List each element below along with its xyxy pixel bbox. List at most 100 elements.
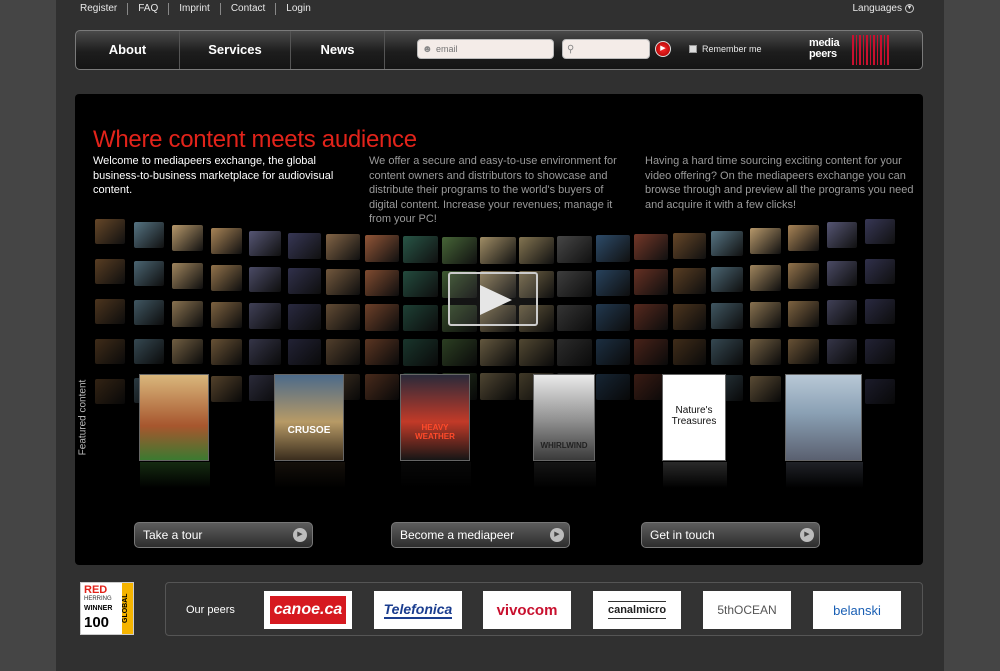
register-link[interactable]: Register xyxy=(80,3,129,15)
video-thumbnail[interactable] xyxy=(518,236,554,264)
video-thumbnail[interactable] xyxy=(249,230,282,257)
video-thumbnail[interactable] xyxy=(672,339,706,365)
video-thumbnail[interactable] xyxy=(172,339,204,365)
video-thumbnail[interactable] xyxy=(210,302,243,328)
video-thumbnail[interactable] xyxy=(711,302,744,329)
mediapeers-logo[interactable]: media peers xyxy=(809,35,919,65)
imprint-link[interactable]: Imprint xyxy=(169,3,221,15)
video-thumbnail[interactable] xyxy=(326,304,360,331)
menu-item-services[interactable]: Services xyxy=(180,31,291,69)
login-submit-button[interactable]: ▶ xyxy=(655,41,671,57)
video-thumbnail[interactable] xyxy=(287,232,321,259)
video-thumbnail[interactable] xyxy=(441,236,477,264)
video-thumbnail[interactable] xyxy=(210,228,243,254)
video-thumbnail[interactable] xyxy=(518,339,554,366)
video-thumbnail[interactable] xyxy=(749,339,782,365)
peer-logo-5thocean[interactable]: 5thOCEAN xyxy=(703,591,791,629)
video-thumbnail[interactable] xyxy=(595,235,630,262)
video-thumbnail[interactable] xyxy=(634,269,668,296)
menu-item-news[interactable]: News xyxy=(291,31,385,69)
video-thumbnail[interactable] xyxy=(865,379,895,404)
take-a-tour-button[interactable]: Take a tour ▶ xyxy=(134,522,313,548)
video-thumbnail[interactable] xyxy=(480,237,516,264)
remember-me-checkbox[interactable] xyxy=(689,45,697,53)
video-thumbnail[interactable] xyxy=(480,339,516,366)
video-thumbnail[interactable] xyxy=(287,339,321,365)
video-thumbnail[interactable] xyxy=(95,339,125,364)
video-thumbnail[interactable] xyxy=(749,228,782,254)
video-thumbnail[interactable] xyxy=(672,232,706,259)
video-thumbnail[interactable] xyxy=(172,301,204,327)
video-thumbnail[interactable] xyxy=(826,300,858,326)
video-thumbnail[interactable] xyxy=(595,304,630,331)
video-thumbnail[interactable] xyxy=(403,304,438,332)
video-thumbnail[interactable] xyxy=(826,222,858,248)
get-in-touch-button[interactable]: Get in touch ▶ xyxy=(641,522,820,548)
video-thumbnail[interactable] xyxy=(672,303,706,330)
video-thumbnail[interactable] xyxy=(634,304,668,331)
video-thumbnail[interactable] xyxy=(403,236,438,263)
video-thumbnail[interactable] xyxy=(210,339,243,365)
featured-poster-3[interactable]: HEAVY WEATHER xyxy=(400,374,471,488)
video-thumbnail[interactable] xyxy=(788,339,820,365)
video-thumbnail[interactable] xyxy=(249,302,282,329)
video-thumbnail[interactable] xyxy=(287,268,321,294)
video-thumbnail[interactable] xyxy=(711,266,744,293)
video-thumbnail[interactable] xyxy=(557,339,592,366)
video-thumbnail[interactable] xyxy=(634,234,668,261)
peer-logo-canalmicro[interactable]: canalmicro xyxy=(593,591,681,629)
video-thumbnail[interactable] xyxy=(865,299,895,324)
remember-me[interactable]: Remember me xyxy=(689,44,762,54)
play-video-button[interactable] xyxy=(448,272,538,326)
video-thumbnail[interactable] xyxy=(210,375,243,402)
video-thumbnail[interactable] xyxy=(788,263,820,289)
video-thumbnail[interactable] xyxy=(326,339,360,366)
languages-dropdown[interactable]: Languages ▼ xyxy=(853,3,914,14)
video-thumbnail[interactable] xyxy=(403,270,438,298)
video-thumbnail[interactable] xyxy=(364,373,399,400)
video-thumbnail[interactable] xyxy=(788,225,820,251)
video-thumbnail[interactable] xyxy=(557,270,592,298)
video-thumbnail[interactable] xyxy=(249,266,282,293)
video-thumbnail[interactable] xyxy=(826,261,858,287)
video-thumbnail[interactable] xyxy=(249,339,282,365)
video-thumbnail[interactable] xyxy=(749,265,782,291)
contact-link[interactable]: Contact xyxy=(221,3,277,15)
video-thumbnail[interactable] xyxy=(364,339,399,366)
video-thumbnail[interactable] xyxy=(364,304,399,331)
video-thumbnail[interactable] xyxy=(364,235,399,262)
login-link[interactable]: Login xyxy=(276,3,320,15)
featured-poster-1[interactable] xyxy=(139,374,210,488)
peer-logo-telefonica[interactable]: Telefonica xyxy=(374,591,462,629)
peer-logo-belanski[interactable]: belanski xyxy=(813,591,901,629)
video-thumbnail[interactable] xyxy=(210,265,243,291)
menu-item-about[interactable]: About xyxy=(76,31,180,69)
featured-poster-5[interactable]: Nature's Treasures xyxy=(662,374,727,488)
video-thumbnail[interactable] xyxy=(287,303,321,330)
become-a-mediapeer-button[interactable]: Become a mediapeer ▶ xyxy=(391,522,570,548)
video-thumbnail[interactable] xyxy=(364,269,399,297)
video-thumbnail[interactable] xyxy=(480,373,516,400)
video-thumbnail[interactable] xyxy=(595,269,630,297)
video-thumbnail[interactable] xyxy=(326,234,360,261)
featured-poster-6[interactable] xyxy=(785,374,863,488)
featured-poster-4[interactable]: WHIRLWIND xyxy=(533,374,596,488)
video-thumbnail[interactable] xyxy=(95,259,125,284)
video-thumbnail[interactable] xyxy=(595,339,630,366)
video-thumbnail[interactable] xyxy=(557,236,592,263)
video-thumbnail[interactable] xyxy=(172,225,204,251)
video-thumbnail[interactable] xyxy=(749,302,782,328)
red-herring-award-badge[interactable]: RED HERRING WINNER 100 GLOBAL xyxy=(80,582,134,635)
video-thumbnail[interactable] xyxy=(326,269,360,296)
faq-link[interactable]: FAQ xyxy=(128,3,170,15)
video-thumbnail[interactable] xyxy=(634,339,668,366)
video-thumbnail[interactable] xyxy=(95,219,125,244)
video-thumbnail[interactable] xyxy=(865,219,895,244)
video-thumbnail[interactable] xyxy=(133,339,165,365)
video-thumbnail[interactable] xyxy=(711,339,744,365)
video-thumbnail[interactable] xyxy=(172,263,204,289)
peer-logo-canoe[interactable]: canoe.ca xyxy=(264,591,352,629)
video-thumbnail[interactable] xyxy=(672,268,706,294)
video-thumbnail[interactable] xyxy=(595,373,630,400)
video-thumbnail[interactable] xyxy=(441,339,477,366)
